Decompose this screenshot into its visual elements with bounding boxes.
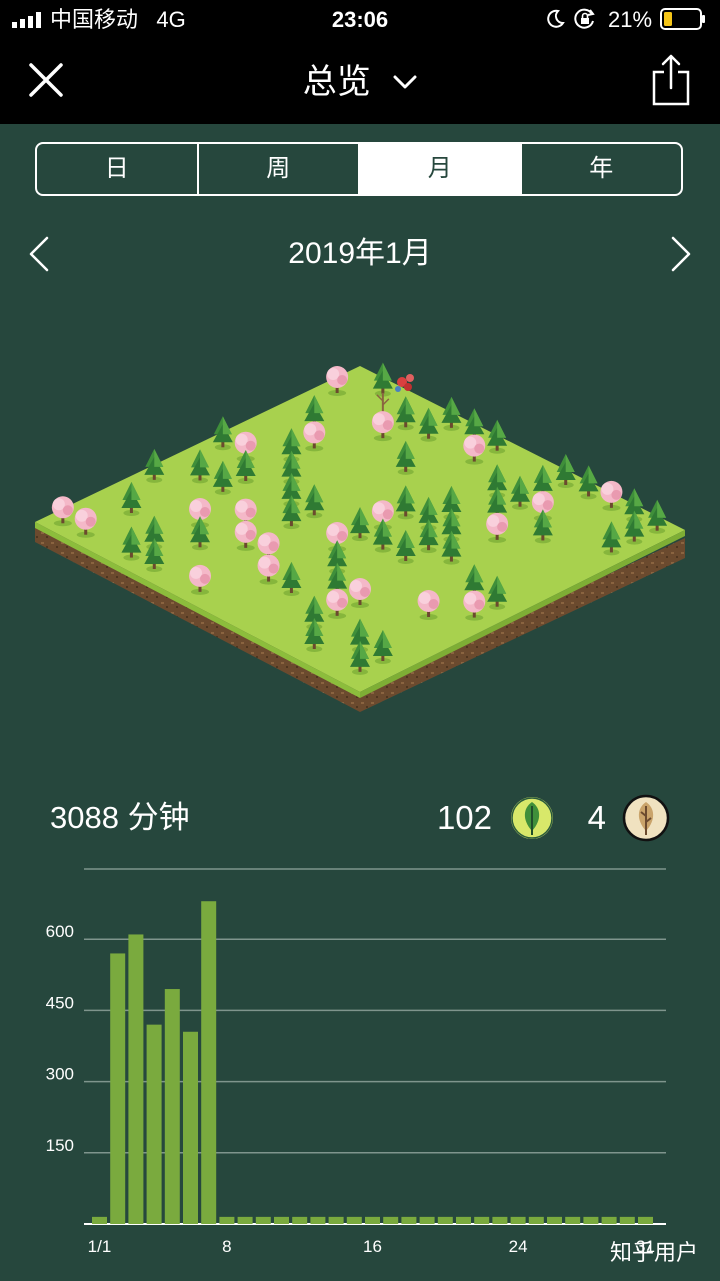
bar-day-5[interactable] [164,989,180,1224]
bar-day-3[interactable] [128,934,144,1224]
page-title: 总览 [302,63,371,101]
cherry-blossom-tree [303,421,326,452]
healthy-tree-icon [509,795,555,841]
cherry-blossom-tree [257,554,280,585]
bar-day-15[interactable] [346,1216,362,1224]
bar-day-22[interactable] [474,1216,490,1224]
bar-day-24[interactable] [510,1216,526,1224]
cherry-blossom-tree [234,520,257,551]
bar-day-20[interactable] [437,1216,453,1224]
x-tick-label: 1/1 [88,1237,112,1256]
cherry-blossom-tree [51,496,74,527]
x-tick-label: 16 [363,1237,382,1256]
daily-focus-chart: 1/1 8 16 24 31 150300450600 [46,868,666,1256]
status-bar: 中国移动 4G 23:06 21% [0,0,720,40]
cherry-blossom-tree [600,480,623,511]
bar-day-29[interactable] [601,1216,617,1224]
bar-day-27[interactable] [565,1216,581,1224]
y-tick-label: 150 [46,1136,74,1155]
chevron-down-icon [393,75,417,89]
cherry-blossom-tree [486,512,509,543]
cherry-blossom-tree [189,564,211,595]
bar-day-21[interactable] [456,1216,471,1224]
cherry-blossom-tree [463,434,486,465]
dead-tree-count: 4 [587,799,606,836]
bar-day-28[interactable] [583,1216,599,1224]
bar-day-19[interactable] [419,1216,435,1224]
cherry-blossom-tree [326,366,349,396]
period-tabs: 日 周 月 年 [35,142,683,196]
bar-day-31[interactable] [638,1216,653,1224]
cherry-blossom-tree [417,590,440,620]
bar-day-30[interactable] [619,1216,635,1224]
bar-day-16[interactable] [365,1216,380,1224]
bar-day-23[interactable] [492,1216,508,1224]
bar-day-13[interactable] [310,1216,326,1224]
healthy-tree-count: 102 [436,799,492,836]
share-icon[interactable] [652,54,690,106]
tab-week[interactable]: 周 [199,144,360,194]
bar-day-2[interactable] [110,953,126,1224]
bar-day-14[interactable] [328,1216,344,1224]
bar-day-9[interactable] [237,1216,253,1224]
bar-day-1[interactable] [92,1216,107,1224]
forest-illustration [35,362,685,712]
chevron-right-icon[interactable] [670,236,692,272]
bar-day-18[interactable] [401,1216,417,1224]
bar-day-17[interactable] [383,1216,399,1224]
cherry-blossom-tree [326,588,349,619]
moon-icon [547,9,565,28]
x-tick-label: 8 [222,1237,231,1256]
cherry-blossom-tree [74,507,97,538]
cherry-blossom-tree [349,578,371,608]
cherry-blossom-tree [463,590,486,621]
bar-day-10[interactable] [255,1216,271,1224]
chevron-left-icon[interactable] [28,236,50,272]
orientation-lock-icon [574,8,595,29]
tab-month[interactable]: 月 [360,144,522,194]
y-tick-label: 300 [46,1065,74,1084]
bar-day-8[interactable] [219,1216,235,1224]
battery-percent: 21% [608,7,653,32]
bar-day-11[interactable] [274,1216,289,1224]
bar-day-26[interactable] [547,1216,562,1224]
bar-day-7[interactable] [201,901,217,1224]
dead-tree-icon [622,794,670,842]
title-dropdown[interactable]: 总览 [0,60,720,104]
cherry-blossom-tree [371,411,394,442]
nav-bar: 总览 [0,40,720,124]
x-tick-label: 24 [509,1237,528,1256]
tab-year[interactable]: 年 [522,144,682,194]
y-tick-label: 450 [46,993,74,1012]
battery-icon [660,8,705,30]
period-label: 2019年1月 [288,237,432,270]
bar-day-4[interactable] [146,1024,162,1224]
bar-day-6[interactable] [183,1031,198,1224]
tab-day[interactable]: 日 [37,144,199,194]
bar-day-25[interactable] [528,1216,544,1224]
watermark: 知乎用户 [610,1240,699,1265]
bar-day-12[interactable] [292,1216,308,1224]
total-minutes: 3088 分钟 [50,800,190,835]
y-tick-label: 600 [46,922,74,941]
